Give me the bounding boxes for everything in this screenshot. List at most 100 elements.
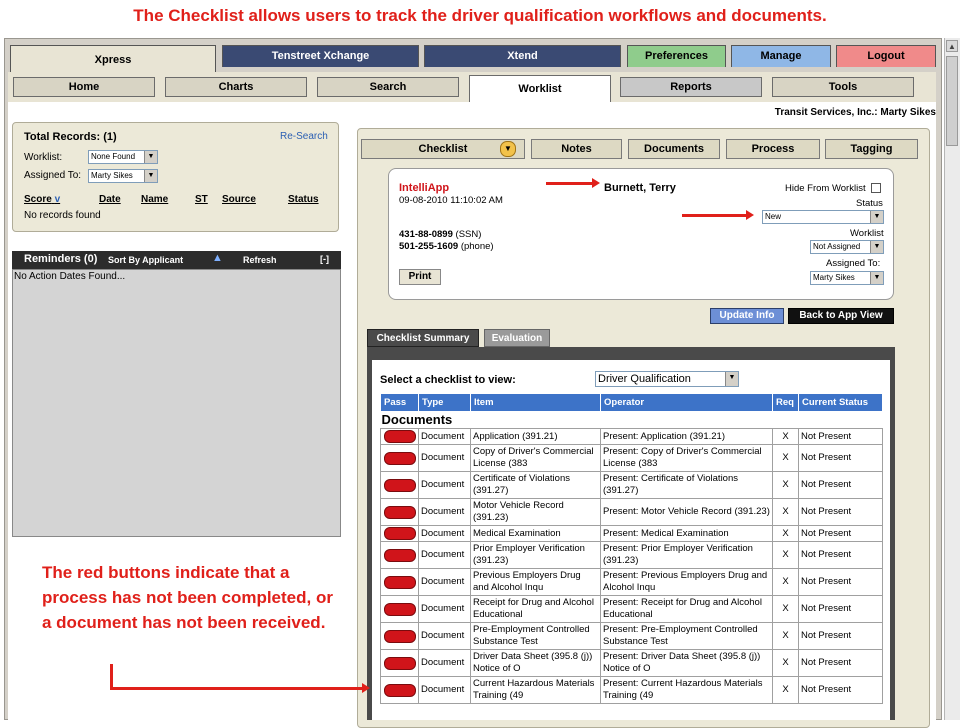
type-cell: Document	[418, 649, 471, 677]
table-row: Document Motor Vehicle Record (391.23) Pre…	[380, 498, 883, 526]
research-link[interactable]: Re-Search	[280, 131, 328, 142]
type-cell: Document	[418, 471, 471, 499]
update-info-button[interactable]: Update Info	[710, 308, 784, 324]
operator-cell: Present: Pre-Employment Controlled Subst…	[600, 622, 773, 650]
table-row: Document Medical Examination Present: Medi…	[380, 525, 883, 542]
table-row: Document Certificate of Violations (391.2…	[380, 471, 883, 499]
tab-evaluation[interactable]: Evaluation	[484, 329, 550, 347]
tab-preferences[interactable]: Preferences	[627, 45, 726, 67]
type-cell: Document	[418, 444, 471, 472]
operator-cell: Present: Previous Employers Drug and Alc…	[600, 568, 773, 596]
item-cell: Receipt for Drug and Alcohol Educational	[470, 595, 601, 623]
item-cell: Previous Employers Drug and Alcohol Inqu	[470, 568, 601, 596]
status-cell: Not Present	[798, 471, 883, 499]
collapse-icon[interactable]: [-]	[320, 254, 329, 264]
req-cell: X	[772, 541, 799, 569]
applicant-name: Burnett, Terry	[604, 182, 676, 194]
tab-notes[interactable]: Notes	[531, 139, 622, 159]
red-status-button[interactable]	[383, 430, 416, 443]
back-to-app-view-button[interactable]: Back to App View	[788, 308, 894, 324]
red-status-button[interactable]	[383, 602, 416, 616]
type-cell: Document	[418, 541, 471, 569]
operator-cell: Present: Certificate of Violations (391.…	[600, 471, 773, 499]
type-cell: Document	[418, 498, 471, 526]
red-status-button[interactable]	[383, 478, 416, 492]
operator-cell: Present: Motor Vehicle Record (391.23)	[600, 498, 773, 526]
dropdown-arrow-icon: ▼	[870, 241, 883, 253]
assigned-field-select[interactable]: Marty Sikes ▼	[810, 271, 884, 285]
col-status[interactable]: Status	[288, 194, 319, 205]
col-score[interactable]: Score v	[24, 194, 60, 205]
col-date[interactable]: Date	[99, 194, 121, 205]
pass-cell	[380, 498, 419, 526]
red-status-button[interactable]	[383, 548, 416, 562]
operator-cell: Present: Receipt for Drug and Alcohol Ed…	[600, 595, 773, 623]
status-select[interactable]: New ▼	[762, 210, 884, 224]
checklist-select[interactable]: Driver Qualification ▼	[595, 371, 739, 387]
status-cell: Not Present	[798, 428, 883, 445]
nav-search[interactable]: Search	[317, 77, 459, 97]
red-status-button[interactable]	[383, 683, 416, 697]
worklist-select[interactable]: None Found ▼	[88, 150, 158, 164]
tab-manage[interactable]: Manage	[731, 45, 831, 67]
tab-logout[interactable]: Logout	[836, 45, 936, 67]
scroll-up-icon[interactable]: ▲	[946, 40, 958, 52]
table-row: Document Copy of Driver's Commercial Lice…	[380, 444, 883, 472]
up-arrow-icon[interactable]: ▲	[212, 252, 223, 264]
checkbox-icon[interactable]	[871, 183, 881, 193]
req-cell: X	[772, 649, 799, 677]
col-name[interactable]: Name	[141, 194, 168, 205]
tab-xtend[interactable]: Xtend	[424, 45, 621, 67]
reminders-empty: No Action Dates Found...	[14, 271, 126, 282]
reminders-body	[12, 269, 341, 537]
scroll-thumb[interactable]	[946, 56, 958, 146]
tab-tagging[interactable]: Tagging	[825, 139, 918, 159]
nav-worklist[interactable]: Worklist	[469, 75, 611, 102]
print-button[interactable]: Print	[399, 269, 441, 285]
select-checklist-label: Select a checklist to view:	[380, 374, 516, 386]
red-status-button[interactable]	[383, 629, 416, 643]
tab-process[interactable]: Process	[726, 139, 820, 159]
reminders-title: Reminders (0)	[24, 253, 98, 265]
tab-xpress[interactable]: Xpress	[10, 45, 216, 75]
req-cell: X	[772, 498, 799, 526]
nav-charts[interactable]: Charts	[165, 77, 307, 97]
tab-checklist[interactable]: Checklist ▼	[361, 139, 525, 159]
col-source[interactable]: Source	[222, 194, 256, 205]
req-cell: X	[772, 428, 799, 445]
red-status-button[interactable]	[383, 451, 416, 465]
arrow-head-icon	[362, 683, 370, 693]
section-documents: Documents	[381, 412, 453, 427]
sort-by-applicant[interactable]: Sort By Applicant	[108, 255, 183, 265]
dropdown-arrow-icon: ▼	[144, 151, 157, 163]
records-empty: No records found	[24, 210, 101, 221]
table-row: Document Receipt for Drug and Alcohol Edu…	[380, 595, 883, 623]
red-status-button[interactable]	[383, 575, 416, 589]
nav-home[interactable]: Home	[13, 77, 155, 97]
tab-tenstreet-xchange[interactable]: Tenstreet Xchange	[222, 45, 419, 67]
red-status-button[interactable]	[383, 527, 416, 540]
col-st[interactable]: ST	[195, 194, 208, 205]
section-row: Documents	[381, 412, 883, 429]
req-cell: X	[772, 568, 799, 596]
nav-reports[interactable]: Reports	[620, 77, 762, 97]
refresh-button[interactable]: Refresh	[243, 255, 277, 265]
type-cell: Document	[418, 525, 471, 542]
nav-tools[interactable]: Tools	[772, 77, 914, 97]
arrow-line	[110, 664, 113, 689]
caption-text: The Checklist allows users to track the …	[133, 6, 827, 25]
tab-documents[interactable]: Documents	[628, 139, 720, 159]
arrow-head-icon	[746, 210, 754, 220]
tab-checklist-summary[interactable]: Checklist Summary	[367, 329, 479, 347]
worklist-field-select[interactable]: Not Assigned ▼	[810, 240, 884, 254]
pass-cell	[380, 541, 419, 569]
pass-cell	[380, 525, 419, 542]
status-cell: Not Present	[798, 525, 883, 542]
col-operator: Operator	[600, 393, 773, 412]
red-status-button[interactable]	[383, 656, 416, 670]
item-cell: Current Hazardous Materials Training (49	[470, 676, 601, 704]
pass-cell	[380, 444, 419, 472]
status-cell: Not Present	[798, 676, 883, 704]
red-status-button[interactable]	[383, 505, 416, 519]
assigned-select[interactable]: Marty Sikes ▼	[88, 169, 158, 183]
